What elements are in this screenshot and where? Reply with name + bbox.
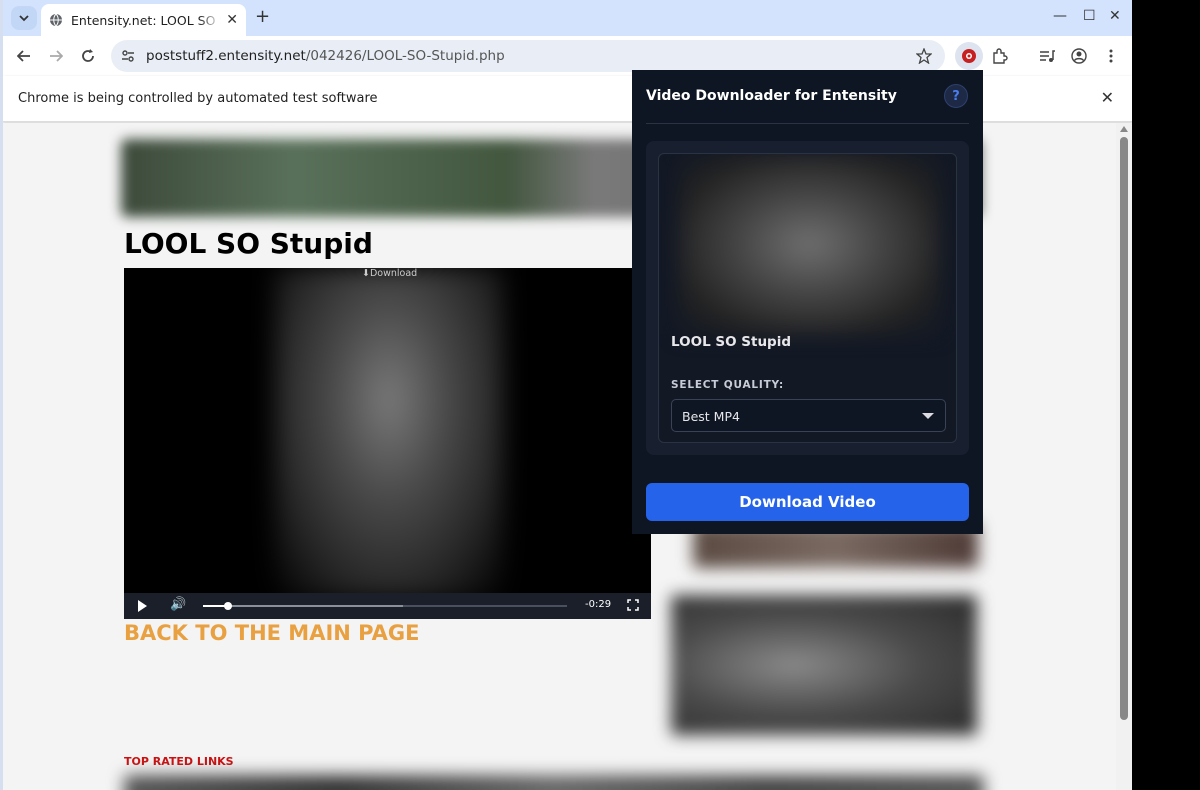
video-card: LOOL SO Stupid SELECT QUALITY: Best MP4 [646,141,969,455]
browser-window: Entensity.net: LOOL SO Stupid ✕ + — ☐ ✕ … [0,0,1132,790]
fullscreen-icon[interactable] [627,599,639,611]
url-host: poststuff2.entensity.net [146,48,306,64]
page-scrollbar[interactable] [1116,123,1132,790]
record-icon [962,49,976,63]
seek-knob[interactable] [224,602,233,610]
tab-title: Entensity.net: LOOL SO Stupid [71,12,221,28]
kebab-menu-icon [1109,49,1113,63]
url-path: /042426/LOOL-SO-Stupid.php [305,48,505,64]
menu-button[interactable] [1097,42,1125,70]
related-thumbnail[interactable] [671,595,977,735]
globe-icon [50,13,62,27]
seek-buffered [203,605,404,607]
scrollbar-thumb[interactable] [1120,137,1128,720]
forward-button[interactable] [45,45,67,67]
account-icon [1071,48,1087,64]
download-video-button[interactable]: Download Video [646,483,969,521]
url-text: poststuff2.entensity.net/042426/LOOL-SO-… [146,48,505,64]
quality-selected-value: Best MP4 [682,409,740,424]
video-thumbnail [679,154,939,334]
reload-button[interactable] [77,45,99,67]
page-title: LOOL SO Stupid [124,227,373,260]
video-title: LOOL SO Stupid [671,334,792,350]
top-rated-heading: TOP RATED LINKS [124,755,234,768]
arrow-left-icon [17,50,30,62]
video-downloader-extension-button[interactable] [955,42,983,70]
volume-icon[interactable]: 🔊 [170,597,186,612]
star-icon[interactable] [916,48,932,64]
video-time-remaining: -0:29 [585,599,612,610]
infobar-message: Chrome is being controlled by automated … [18,91,378,106]
media-queue-icon [1040,50,1055,62]
close-window-button[interactable]: ✕ [1109,8,1121,24]
video-player[interactable]: ⬇Download 🔊 -0:29 [124,268,651,619]
video-frame [274,268,504,598]
puzzle-icon [993,48,1008,64]
quality-label: SELECT QUALITY: [671,379,785,391]
address-bar[interactable]: poststuff2.entensity.net/042426/LOOL-SO-… [111,40,945,72]
help-button[interactable]: ? [944,84,968,108]
quality-select[interactable]: Best MP4 [671,399,946,432]
back-to-main-link[interactable]: BACK TO THE MAIN PAGE [124,621,419,645]
chevron-down-icon [19,15,29,22]
play-icon[interactable] [138,600,147,612]
video-downloader-popup: Video Downloader for Entensity ? LOOL SO… [632,70,983,534]
popup-title: Video Downloader for Entensity [646,88,897,104]
extensions-button[interactable] [986,42,1014,70]
infobar-close-icon[interactable]: ✕ [1101,88,1114,107]
tab-close-icon[interactable]: ✕ [226,12,238,28]
popup-divider [646,123,969,124]
new-tab-button[interactable]: + [255,6,270,27]
maximize-button[interactable]: ☐ [1083,8,1096,24]
caret-down-icon [922,413,934,419]
tab-search-button[interactable] [11,6,37,30]
video-controls: 🔊 -0:29 [124,593,651,619]
video-preview: LOOL SO Stupid SELECT QUALITY: Best MP4 [658,153,957,443]
minimize-button[interactable]: — [1053,8,1067,24]
site-info-icon[interactable] [121,49,135,63]
video-seek-bar[interactable] [203,602,567,610]
video-download-link[interactable]: ⬇Download [362,268,417,279]
arrow-right-icon [50,50,63,62]
profile-button[interactable] [1065,42,1093,70]
tab-active[interactable]: Entensity.net: LOOL SO Stupid ✕ [41,4,246,36]
reload-icon [82,49,94,62]
scroll-up-arrow[interactable] [1120,126,1128,132]
top-rated-thumbnails[interactable] [124,775,984,790]
media-controls-button[interactable] [1033,42,1061,70]
tab-strip: Entensity.net: LOOL SO Stupid ✕ + — ☐ ✕ [3,0,1132,36]
back-button[interactable] [13,45,35,67]
